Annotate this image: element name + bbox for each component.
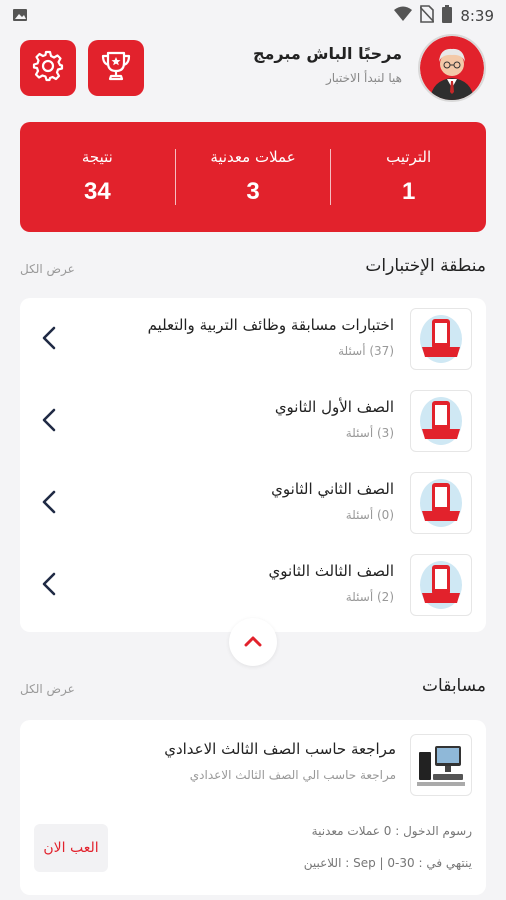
quizzes-card: اختبارات مسابقة وظائف التربية والتعليم (… [20,298,486,632]
stats-card: الترتيب 1 عملات معدنية 3 نتيجة 34 [20,122,486,232]
quiz-title: اختبارات مسابقة وظائف التربية والتعليم [147,316,394,334]
gear-icon [31,49,65,87]
quiz-thumbnail [410,554,472,616]
battery-icon [442,5,453,27]
quiz-list-item[interactable]: الصف الثالث الثانوي (2) أسئلة [20,544,486,624]
stat-score: نتيجة 34 [20,148,175,206]
stat-label: عملات معدنية [210,148,296,166]
stat-value: 1 [401,178,416,205]
quizzes-section-title: منطقة الإختبارات [365,256,486,276]
chevron-left-icon [40,322,60,354]
competitions-see-all-link[interactable]: عرض الكل [20,682,75,696]
stat-rank: الترتيب 1 [331,148,486,206]
quiz-title: الصف الثاني الثانوي [271,480,394,498]
chevron-left-icon [40,568,60,600]
quiz-list-item[interactable]: الصف الثاني الثانوي (0) أسئلة [20,462,486,542]
stat-label: الترتيب [386,148,432,166]
stat-value: 34 [83,178,111,205]
competition-description: مراجعة حاسب الي الصف الثالث الاعدادي [189,768,396,782]
competition-end-date: ينتهي في : 30-0 | Sep : اللاعبين [303,856,472,870]
quiz-question-count: (0) أسئلة [345,508,394,522]
image-icon [12,7,28,27]
trophy-button[interactable] [88,40,144,96]
avatar[interactable] [418,34,486,102]
no-sim-icon [419,5,435,27]
header: مرحبًا الباش مبرمج هيا لنبدأ الاختبار [0,30,506,110]
competition-card[interactable]: مراجعة حاسب الصف الثالث الاعدادي مراجعة … [20,720,486,895]
quiz-thumbnail [410,390,472,452]
quiz-title: الصف الثالث الثانوي [268,562,394,580]
status-time: 8:39 [460,7,494,25]
greeting-subtitle: هيا لنبدأ الاختبار [325,71,402,85]
quiz-title: الصف الأول الثانوي [274,398,394,416]
chevron-up-icon [243,633,263,652]
chevron-left-icon [40,486,60,518]
settings-button[interactable] [20,40,76,96]
quiz-list-item[interactable]: الصف الأول الثانوي (3) أسئلة [20,380,486,460]
chevron-left-icon [40,404,60,436]
quizzes-see-all-link[interactable]: عرض الكل [20,262,75,276]
wifi-icon [394,6,413,26]
quiz-question-count: (2) أسئلة [345,590,394,604]
competitions-section-title: مسابقات [422,676,486,696]
quiz-question-count: (37) أسئلة [338,344,394,358]
status-bar: 8:39 [0,0,506,30]
quiz-question-count: (3) أسئلة [345,426,394,440]
competition-title: مراجعة حاسب الصف الثالث الاعدادي [164,740,396,758]
greeting-text: مرحبًا الباش مبرمج [252,44,402,63]
stat-value: 3 [246,178,260,205]
competition-thumbnail [410,734,472,796]
stat-label: نتيجة [81,148,113,166]
trophy-icon [99,49,133,87]
quiz-list-item[interactable]: اختبارات مسابقة وظائف التربية والتعليم (… [20,298,486,378]
stat-coins: عملات معدنية 3 [176,148,331,206]
collapse-button[interactable] [229,618,277,666]
competition-entry-fee: رسوم الدخول : 0 عملات معدنية [311,824,472,838]
quiz-thumbnail [410,308,472,370]
quiz-thumbnail [410,472,472,534]
play-now-button[interactable]: العب الان [34,824,108,872]
